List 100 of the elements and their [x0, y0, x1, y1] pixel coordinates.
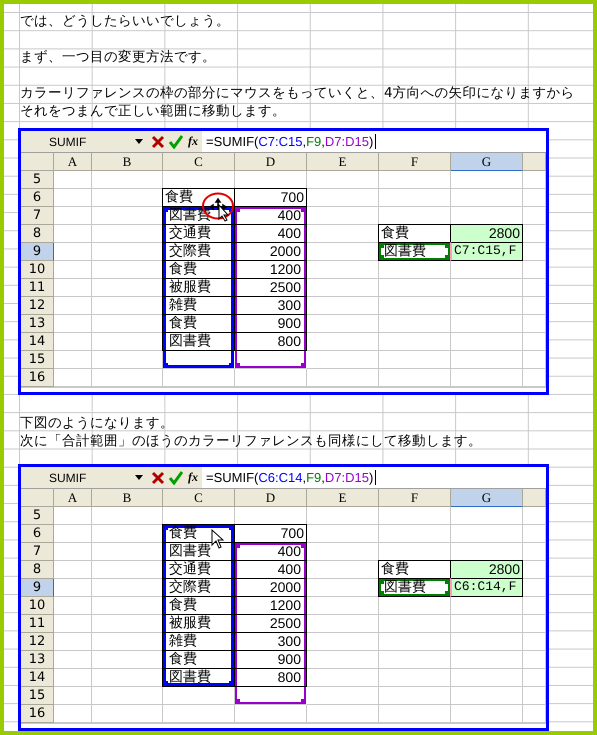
check-icon[interactable] — [169, 134, 183, 148]
column-header[interactable]: F — [379, 489, 451, 507]
table-cell: 食費 — [162, 650, 235, 669]
row-header[interactable]: 11 — [21, 279, 54, 297]
empty-cell — [451, 615, 523, 633]
table-cell: 2000 — [234, 578, 307, 597]
range-handle[interactable] — [235, 699, 240, 704]
row-header[interactable]: 7 — [21, 207, 54, 225]
row-header[interactable]: 12 — [21, 633, 54, 651]
row-header[interactable]: 5 — [21, 171, 54, 189]
table-cell: 図書費 — [378, 242, 451, 261]
row-header[interactable]: 8 — [21, 561, 54, 579]
table-cell: 800 — [234, 668, 307, 687]
column-header[interactable]: D — [235, 153, 307, 171]
header-corner[interactable] — [21, 153, 54, 171]
empty-cell — [307, 279, 379, 297]
caret-icon[interactable] — [135, 475, 143, 480]
range-handle[interactable] — [445, 255, 450, 260]
empty-cell — [379, 615, 451, 633]
column-header[interactable]: F — [379, 153, 451, 171]
empty-cell — [307, 207, 379, 225]
column-header[interactable]: E — [307, 489, 379, 507]
column-header[interactable]: B — [92, 153, 163, 171]
table-cell: 2000 — [234, 242, 307, 261]
table-cell: C6:C14,F — [450, 578, 523, 597]
column-header[interactable]: G — [451, 153, 523, 171]
range-handle[interactable] — [445, 243, 450, 248]
row-header[interactable]: 14 — [21, 669, 54, 687]
empty-cell — [451, 669, 523, 687]
formula-field[interactable]: =SUMIF(C6:C14,F9,D7:D15) — [202, 467, 546, 488]
name-box[interactable]: SUMIF — [21, 468, 149, 486]
row-header[interactable]: 8 — [21, 225, 54, 243]
cancel-icon[interactable] — [151, 470, 165, 484]
empty-cell — [379, 351, 451, 369]
range-handle[interactable] — [445, 591, 450, 596]
name-box[interactable]: SUMIF — [21, 132, 149, 150]
column-header[interactable]: A — [54, 489, 92, 507]
empty-cell — [379, 279, 451, 297]
row-header[interactable]: 9 — [21, 243, 54, 261]
insert-function-button[interactable]: fx — [188, 134, 198, 149]
column-header[interactable]: E — [307, 153, 379, 171]
range-handle[interactable] — [301, 699, 306, 704]
instruction-text: 下図のようになります。 — [20, 414, 174, 432]
row-header[interactable]: 10 — [21, 261, 54, 279]
range-handle[interactable] — [301, 207, 306, 212]
table-cell: 400 — [234, 206, 307, 225]
column-header[interactable] — [523, 489, 546, 507]
row-header[interactable]: 16 — [21, 369, 54, 387]
check-icon[interactable] — [169, 470, 183, 484]
row-header[interactable]: 12 — [21, 297, 54, 315]
row-header[interactable]: 6 — [21, 525, 54, 543]
range-handle[interactable] — [235, 207, 240, 212]
empty-cell — [92, 507, 163, 525]
row-header[interactable]: 5 — [21, 507, 54, 525]
row-header[interactable]: 10 — [21, 597, 54, 615]
row-header[interactable]: 16 — [21, 705, 54, 723]
table-cell: 交通費 — [162, 224, 235, 243]
row-header[interactable]: 6 — [21, 189, 54, 207]
header-corner[interactable] — [21, 489, 54, 507]
row-header[interactable]: 15 — [21, 687, 54, 705]
range-handle[interactable] — [379, 243, 384, 248]
range-handle[interactable] — [379, 255, 384, 260]
column-header[interactable] — [523, 153, 546, 171]
range-handle[interactable] — [235, 543, 240, 548]
row-header[interactable]: 13 — [21, 315, 54, 333]
column-header[interactable]: C — [163, 153, 235, 171]
range-handle[interactable] — [379, 579, 384, 584]
range-handle[interactable] — [301, 543, 306, 548]
instruction-text: では、どうしたらいいでしょう。 — [20, 12, 230, 30]
caret-icon[interactable] — [135, 139, 143, 144]
table-cell: 2500 — [234, 278, 307, 297]
cancel-icon[interactable] — [151, 134, 165, 148]
row-header[interactable]: 11 — [21, 615, 54, 633]
empty-cell — [451, 651, 523, 669]
range-handle[interactable] — [379, 591, 384, 596]
table-cell: 700 — [234, 524, 307, 543]
range-handle[interactable] — [445, 579, 450, 584]
table-cell: 900 — [234, 650, 307, 669]
insert-function-button[interactable]: fx — [188, 470, 198, 485]
row-header[interactable]: 7 — [21, 543, 54, 561]
empty-cell — [379, 315, 451, 333]
row-header[interactable]: 9 — [21, 579, 54, 597]
formula-field[interactable]: =SUMIF(C7:C15,F9,D7:D15) — [202, 131, 546, 152]
column-header[interactable]: D — [235, 489, 307, 507]
row-header[interactable]: 14 — [21, 333, 54, 351]
column-header[interactable]: B — [92, 489, 163, 507]
column-header[interactable]: C — [163, 489, 235, 507]
row-header[interactable]: 13 — [21, 651, 54, 669]
table-cell: 食費 — [162, 260, 235, 279]
empty-cell — [307, 171, 379, 189]
row-header[interactable]: 15 — [21, 351, 54, 369]
empty-cell — [379, 651, 451, 669]
column-header[interactable]: A — [54, 153, 92, 171]
table-cell: 交際費 — [162, 578, 235, 597]
empty-cell — [523, 333, 546, 351]
empty-cell — [451, 369, 523, 387]
empty-cell — [523, 189, 546, 207]
empty-cell — [307, 333, 379, 351]
column-header[interactable]: G — [451, 489, 523, 507]
range-handle[interactable] — [301, 363, 306, 368]
